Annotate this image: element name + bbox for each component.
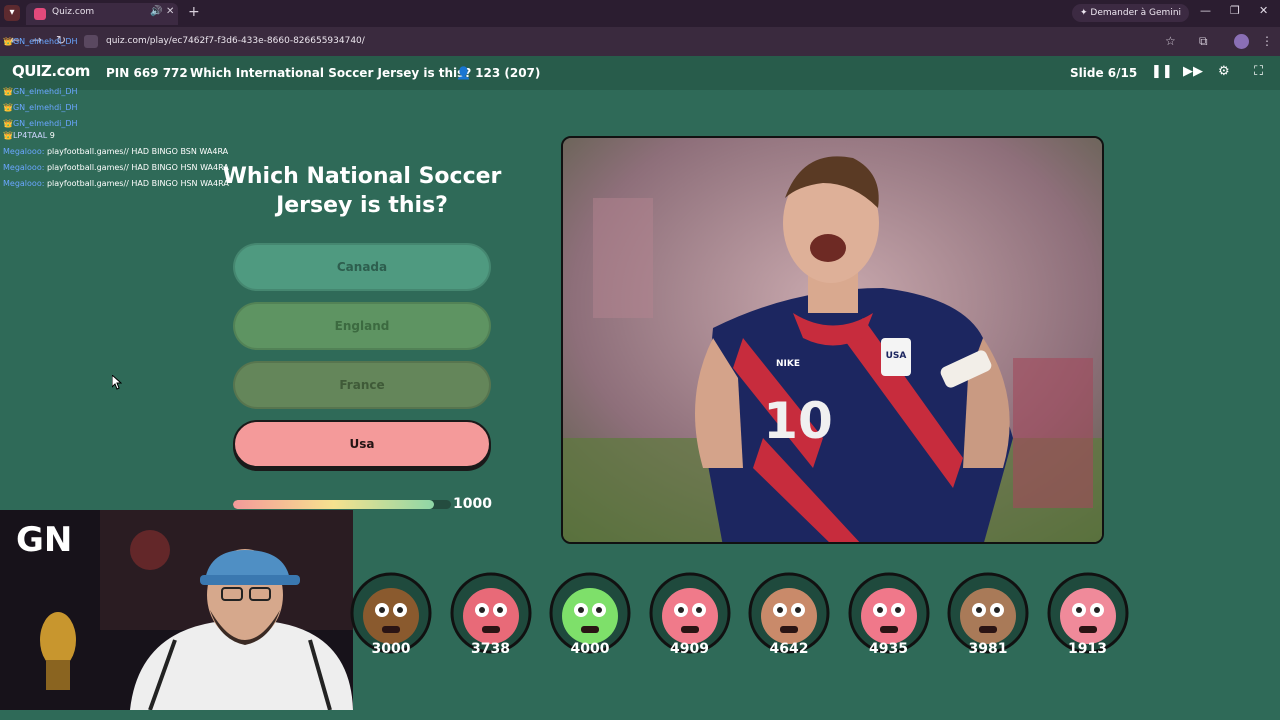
chat-message: playfootball.games// HAD BINGO HSN WA4RA xyxy=(46,163,229,172)
player-count: 👤 123 (207) xyxy=(456,66,540,80)
gemini-label: Demander à Gemini xyxy=(1090,8,1182,18)
chat-username: Megalooo: xyxy=(3,147,45,156)
quiz-title: Which International Soccer Jersey is thi… xyxy=(190,66,472,80)
chat-username: GN_elmehdi_DH xyxy=(12,119,78,128)
chat-line: 👑LP4TAAL 9 xyxy=(3,131,55,140)
player-photo-illustration: USA NIKE 10 xyxy=(563,138,1102,542)
speaker-icon[interactable]: 🔊 xyxy=(150,6,162,17)
quiz-favicon-icon xyxy=(34,8,46,20)
browser-tab-bar: ▾ Quiz.com 🔊 ✕ + ✦ Demander à Gemini — ❐… xyxy=(0,0,1280,27)
player-score: 4909 xyxy=(670,641,709,657)
jersey-number: 10 xyxy=(763,392,833,450)
person-icon: 👤 xyxy=(456,66,471,80)
slide-counter: Slide 6/15 xyxy=(1070,66,1138,80)
player-score: 4000 xyxy=(570,641,610,657)
chat-username: LP4TAAL xyxy=(12,131,48,140)
tab-title: Quiz.com xyxy=(52,7,95,17)
answer-button[interactable]: England xyxy=(233,302,491,350)
chat-username: Megalooo: xyxy=(3,163,45,172)
answer-button[interactable]: France xyxy=(233,361,491,409)
player-score: 3738 xyxy=(471,641,510,657)
player-score: 1913 xyxy=(1068,641,1107,657)
address-bar: ← → ↻ quiz.com/play/ec7462f7-f3d6-433e-8… xyxy=(0,27,1280,56)
profile-avatar-icon[interactable] xyxy=(1234,34,1249,49)
question-text: Which National Soccer Jersey is this? xyxy=(222,164,502,218)
chat-username: Megalooo: xyxy=(3,179,45,188)
menu-dots-icon[interactable]: ⋮ xyxy=(1261,34,1273,48)
chat-line: 👑GN_elmehdi_DH xyxy=(3,103,78,112)
browser-tab[interactable]: Quiz.com 🔊 ✕ xyxy=(26,3,178,25)
chat-line: 👑GN_elmehdi_DH xyxy=(3,87,78,96)
minimize-icon[interactable]: — xyxy=(1200,4,1211,17)
restore-icon[interactable]: ❐ xyxy=(1230,4,1240,17)
player-score: 4642 xyxy=(769,641,809,657)
points-value: 1000 xyxy=(453,496,492,512)
bookmark-star-icon[interactable]: ☆ xyxy=(1165,34,1176,48)
player-count-text: 123 (207) xyxy=(475,66,541,80)
brand-text: NIKE xyxy=(776,359,800,369)
chat-line: 👑GN_elmehdi_DH xyxy=(3,119,78,128)
fullscreen-icon[interactable]: ⛶ xyxy=(1254,64,1263,79)
timer-fill xyxy=(233,500,434,509)
pause-icon[interactable]: ❚❚ xyxy=(1151,64,1173,79)
channel-logo: GN xyxy=(16,520,73,560)
skip-icon[interactable]: ▶▶ xyxy=(1183,64,1203,79)
chat-line: Megalooo: playfootball.games// HAD BINGO… xyxy=(3,179,229,188)
window-close-icon[interactable]: ✕ xyxy=(1259,4,1268,17)
close-tab-icon[interactable]: ✕ xyxy=(166,6,174,17)
chat-message: playfootball.games// HAD BINGO BSN WA4RA xyxy=(46,147,229,156)
chat-username: GN_elmehdi_DH xyxy=(12,103,78,112)
answer-button[interactable]: Canada xyxy=(233,243,491,291)
game-pin: PIN 669 772 xyxy=(106,66,188,80)
chat-message: playfootball.games// HAD BINGO HSN WA4RA xyxy=(46,179,229,188)
settings-gear-icon[interactable]: ⚙ xyxy=(1218,64,1230,79)
player-score: 4935 xyxy=(869,641,908,657)
site-info-icon[interactable] xyxy=(84,35,98,48)
chat-message: 9 xyxy=(49,131,55,140)
answer-button-selected[interactable]: Usa xyxy=(233,420,491,468)
url-field[interactable]: quiz.com/play/ec7462f7-f3d6-433e-8660-82… xyxy=(106,36,365,46)
chat-line: Megalooo: playfootball.games// HAD BINGO… xyxy=(3,147,228,156)
jersey-photo: USA NIKE 10 xyxy=(561,136,1104,544)
quiz-header: QUIZ.com PIN 669 772 Which International… xyxy=(0,56,1280,90)
chat-username: GN_elmehdi_DH xyxy=(12,87,78,96)
mouse-cursor-icon xyxy=(112,375,122,390)
chat-line: 👑GN_elmehdi_DH xyxy=(3,37,78,46)
webcam-overlay: GN xyxy=(0,510,353,710)
timer-bar xyxy=(233,500,451,509)
new-tab-icon[interactable]: + xyxy=(188,4,200,20)
tab-search-icon[interactable]: ▾ xyxy=(4,5,20,21)
player-score: 3981 xyxy=(968,641,1008,657)
gemini-button[interactable]: ✦ Demander à Gemini xyxy=(1072,4,1190,22)
quiz-logo[interactable]: QUIZ.com xyxy=(12,62,90,80)
crest-text: USA xyxy=(886,351,907,361)
extensions-icon[interactable]: ⧉ xyxy=(1199,34,1208,49)
player-score: 3000 xyxy=(371,641,411,657)
chat-line: Megalooo: playfootball.games// HAD BINGO… xyxy=(3,163,229,172)
chat-username: GN_elmehdi_DH xyxy=(12,37,78,46)
